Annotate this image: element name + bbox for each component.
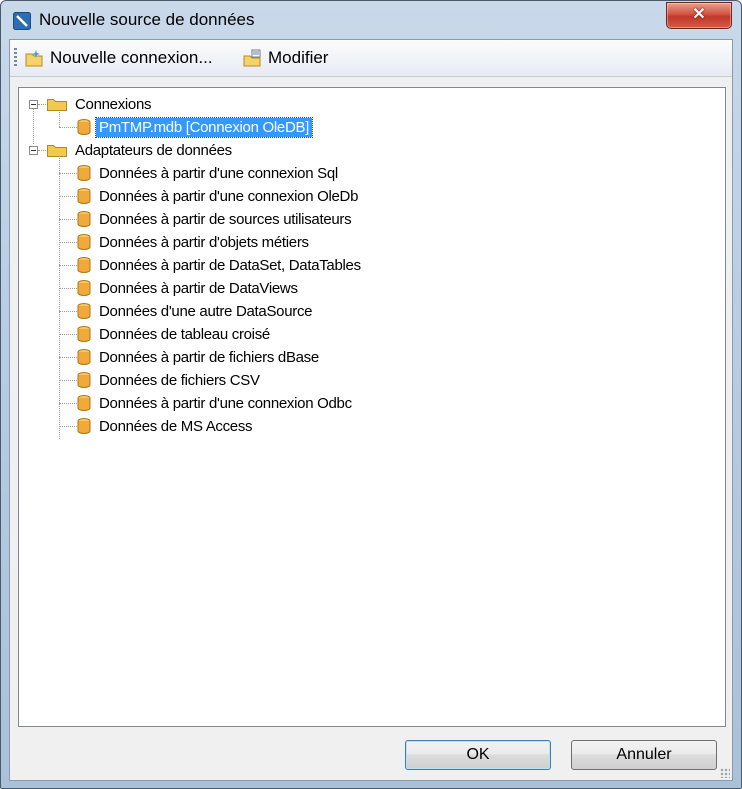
folder-icon: [47, 145, 67, 157]
tree-node-label: Données à partir d'une connexion OleDb: [99, 187, 359, 205]
modify-icon: [243, 49, 261, 67]
tree-line: [59, 158, 60, 439]
database-icon: [77, 372, 91, 388]
tree-line: [59, 403, 77, 404]
tree-node-label: Connexions: [75, 95, 152, 113]
window-title: Nouvelle source de données: [39, 10, 255, 29]
tree-node-adapter-item[interactable]: Données à partir de sources utilisateurs: [77, 208, 354, 230]
tree-node-label: Données de MS Access: [99, 417, 253, 435]
tree-line: [59, 311, 77, 312]
new-connection-button[interactable]: Nouvelle connexion...: [24, 45, 213, 71]
modify-label: Modifier: [268, 48, 329, 67]
database-icon: [77, 211, 91, 227]
tree-node-label: Données à partir de DataViews: [99, 279, 298, 297]
tree-line: [38, 150, 46, 151]
tree-line: [59, 426, 77, 427]
dialog-window: Nouvelle source de données ✕ Nouvelle co…: [0, 0, 742, 789]
database-icon: [77, 326, 91, 342]
tree-line: [59, 219, 77, 220]
tree-node-connections[interactable]: Connexions: [47, 93, 154, 115]
tree-node-adapters[interactable]: Adaptateurs de données: [47, 139, 235, 161]
folder-icon: [47, 99, 67, 111]
toolbar: Nouvelle connexion... Modifier: [10, 40, 732, 77]
database-icon: [77, 234, 91, 250]
database-icon: [77, 418, 91, 434]
tree-node-label: Données à partir d'objets métiers: [99, 233, 309, 251]
tree-node-label: PmTMP.mdb [Connexion OleDB]: [94, 116, 314, 138]
tree-node-adapter-item[interactable]: Données à partir de fichiers dBase: [77, 346, 322, 368]
database-icon: [77, 188, 91, 204]
close-icon: ✕: [692, 6, 706, 23]
ok-button[interactable]: OK: [405, 740, 551, 770]
tree-line: [59, 357, 77, 358]
database-icon: [77, 303, 91, 319]
database-icon: [77, 165, 91, 181]
cancel-button[interactable]: Annuler: [571, 740, 717, 770]
resize-grip[interactable]: [720, 768, 730, 778]
tree-node-connection-item[interactable]: PmTMP.mdb [Connexion OleDB]: [77, 116, 314, 138]
tree-line: [59, 288, 77, 289]
data-source-tree[interactable]: Connexions PmTMP.mdb [Connexion OleDB] A…: [18, 87, 726, 727]
tree-node-adapter-item[interactable]: Données à partir d'une connexion OleDb: [77, 185, 361, 207]
tree-node-label: Données à partir de sources utilisateurs: [99, 210, 352, 228]
tree-line: [59, 334, 77, 335]
database-icon: [77, 280, 91, 296]
modify-button[interactable]: Modifier: [242, 45, 328, 71]
tree-node-label: Adaptateurs de données: [75, 141, 232, 159]
tree-node-adapter-item[interactable]: Données à partir de DataSet, DataTables: [77, 254, 364, 276]
tree-node-adapter-item[interactable]: Données de fichiers CSV: [77, 369, 263, 391]
tree-line: [59, 196, 77, 197]
tree-node-adapter-item[interactable]: Données à partir d'objets métiers: [77, 231, 312, 253]
tree-node-label: Données de fichiers CSV: [99, 371, 260, 389]
tree-line: [59, 242, 77, 243]
tree-line: [59, 265, 77, 266]
title-bar[interactable]: Nouvelle source de données ✕: [1, 1, 741, 39]
toolbar-grip[interactable]: [14, 48, 17, 68]
tree-node-adapter-item[interactable]: Données de MS Access: [77, 415, 255, 437]
tree-node-label: Données à partir d'une connexion Odbc: [99, 394, 352, 412]
tree-node-adapter-item[interactable]: Données de tableau croisé: [77, 323, 273, 345]
dialog-client-area: Nouvelle connexion... Modifier Connexion…: [9, 39, 733, 781]
new-connection-label: Nouvelle connexion...: [50, 48, 213, 67]
tree-line: [59, 127, 77, 128]
new-connection-icon: [25, 50, 43, 67]
database-icon: [77, 395, 91, 411]
app-icon: [13, 12, 31, 30]
tree-node-adapter-item[interactable]: Données d'une autre DataSource: [77, 300, 315, 322]
collapse-adapters-toggle[interactable]: [29, 146, 38, 155]
tree-node-label: Données à partir de DataSet, DataTables: [99, 256, 361, 274]
close-button[interactable]: ✕: [666, 2, 732, 29]
tree-line: [38, 104, 46, 105]
tree-node-adapter-item[interactable]: Données à partir d'une connexion Sql: [77, 162, 341, 184]
collapse-connections-toggle[interactable]: [29, 100, 38, 109]
database-icon: [77, 349, 91, 365]
tree-node-adapter-item[interactable]: Données à partir de DataViews: [77, 277, 301, 299]
database-icon: [77, 257, 91, 273]
tree-line: [59, 173, 77, 174]
tree-line: [59, 380, 77, 381]
tree-node-label: Données à partir d'une connexion Sql: [99, 164, 338, 182]
tree-line: [33, 109, 34, 144]
tree-node-label: Données de tableau croisé: [99, 325, 270, 343]
tree-node-label: Données d'une autre DataSource: [99, 302, 313, 320]
tree-node-adapter-item[interactable]: Données à partir d'une connexion Odbc: [77, 392, 355, 414]
database-icon: [77, 119, 91, 135]
tree-node-label: Données à partir de fichiers dBase: [99, 348, 319, 366]
